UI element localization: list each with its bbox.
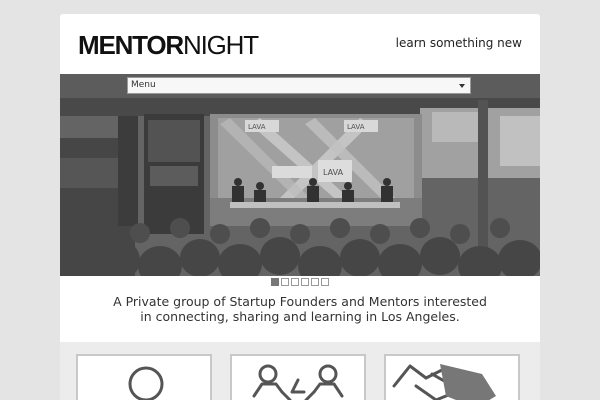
slider-dot[interactable] — [291, 278, 299, 286]
page-card: MENTORNIGHT learn something new Menu LAV… — [60, 14, 540, 400]
logo-light-text: NIGHT — [183, 30, 259, 60]
person-icon — [128, 366, 164, 400]
menu-select-label: Menu — [131, 80, 156, 90]
hero-slider[interactable]: LAVA LAVA LAVA — [60, 98, 540, 276]
hero-image: LAVA LAVA LAVA — [60, 98, 540, 276]
nav-bar: Menu — [60, 74, 540, 98]
slider-pagination — [60, 278, 540, 290]
intro-text: A Private group of Startup Founders and … — [60, 294, 540, 324]
slider-dot[interactable] — [311, 278, 319, 286]
handshake-icon — [392, 364, 496, 400]
slider-dot[interactable] — [281, 278, 289, 286]
feature-card-collaboration[interactable] — [230, 354, 366, 400]
chevron-down-icon — [459, 84, 465, 88]
site-logo[interactable]: MENTORNIGHT — [78, 30, 259, 60]
intro-line-1: A Private group of Startup Founders and … — [113, 294, 487, 309]
features-row — [60, 342, 540, 400]
slider-dot[interactable] — [301, 278, 309, 286]
feature-card-handshake[interactable] — [384, 354, 520, 400]
site-header: MENTORNIGHT learn something new — [60, 14, 540, 74]
collaboration-icon — [252, 364, 344, 400]
slider-dot[interactable] — [271, 278, 279, 286]
slider-dot[interactable] — [321, 278, 329, 286]
menu-select[interactable]: Menu — [127, 77, 471, 94]
site-tagline: learn something new — [395, 36, 522, 50]
logo-bold-text: MENTOR — [78, 30, 184, 60]
intro-line-2: in connecting, sharing and learning in L… — [140, 309, 460, 324]
feature-card-mentors[interactable] — [76, 354, 212, 400]
